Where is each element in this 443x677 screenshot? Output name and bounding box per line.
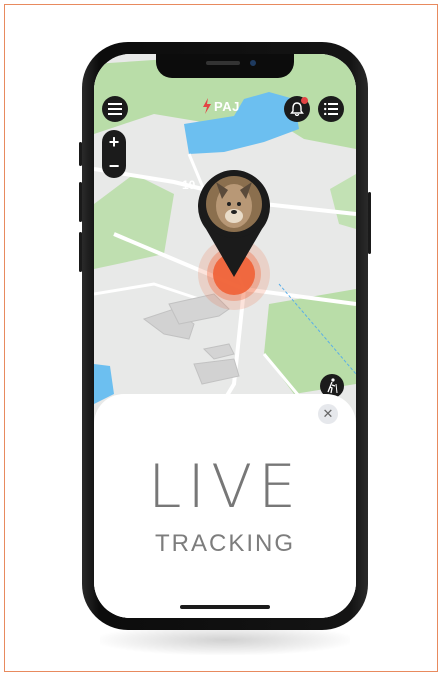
home-indicator[interactable] [180, 605, 270, 609]
menu-button[interactable] [102, 96, 128, 122]
volume-up-button [79, 182, 82, 222]
notification-badge [301, 97, 308, 104]
phone-notch [156, 54, 294, 78]
front-camera [250, 60, 256, 66]
zoom-control: + − [102, 130, 126, 178]
volume-down-button [79, 232, 82, 272]
phone-screen: 10 PAJ + − ✕ LIVE TRACKING [94, 54, 356, 618]
zoom-out-button[interactable]: − [102, 154, 126, 178]
brand-mark-icon [203, 98, 211, 114]
bell-icon [290, 102, 304, 116]
hamburger-menu-icon [108, 103, 122, 115]
hiking-person-icon [327, 378, 338, 394]
tracking-subheading: TRACKING [154, 530, 295, 557]
mute-switch [79, 142, 82, 166]
close-button[interactable]: ✕ [318, 404, 338, 424]
speaker-grille [206, 61, 240, 65]
brand-name: PAJ [214, 98, 240, 114]
brand-logo: PAJ [202, 96, 240, 116]
zoom-in-button[interactable]: + [102, 130, 126, 154]
list-icon [324, 103, 338, 115]
close-icon: ✕ [322, 406, 334, 421]
svg-text:10: 10 [182, 178, 196, 192]
live-tracking-card: ✕ LIVE TRACKING [94, 394, 356, 618]
list-button[interactable] [318, 96, 344, 122]
power-button [368, 192, 371, 254]
live-heading: LIVE [147, 452, 303, 522]
